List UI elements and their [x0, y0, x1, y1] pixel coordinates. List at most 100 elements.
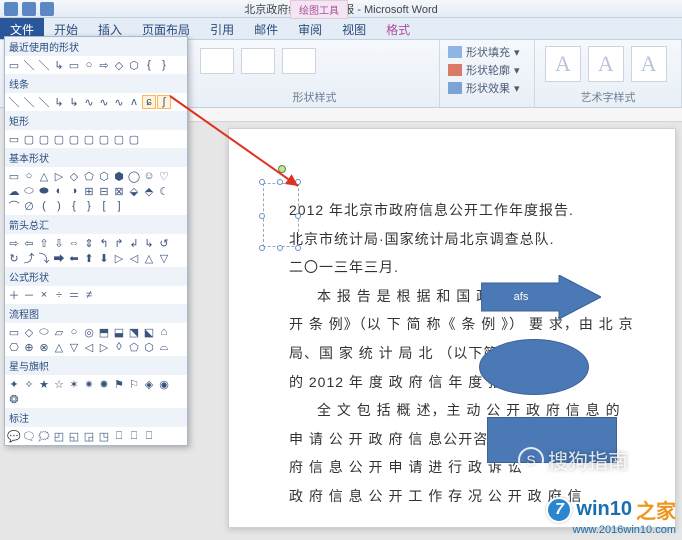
shape-icon[interactable]: ◯ [127, 169, 141, 183]
shape-icon[interactable]: ⌒ [7, 199, 21, 213]
shape-icon[interactable]: ÷ [52, 288, 66, 302]
resize-handle[interactable] [295, 245, 301, 251]
resize-handle[interactable] [259, 213, 265, 219]
resize-handle[interactable] [259, 245, 265, 251]
shape-roundrect-icon[interactable]: ▢ [97, 132, 111, 146]
shape-icon[interactable]: ✦ [7, 377, 21, 391]
tab-format[interactable]: 格式 [376, 18, 420, 39]
shape-icon[interactable]: ↲ [127, 236, 141, 250]
shape-icon[interactable]: △ [52, 340, 66, 354]
shape-icon[interactable]: } [82, 199, 96, 213]
shape-icon[interactable]: ✧ [22, 377, 36, 391]
shape-icon[interactable]: ⬡ [97, 169, 111, 183]
shape-connector-icon[interactable]: ↳ [52, 58, 66, 72]
shape-icon[interactable]: ◇ [67, 169, 81, 183]
shape-icon[interactable]: ⎔ [7, 340, 21, 354]
shape-icon[interactable]: ◇ [22, 325, 36, 339]
shape-icon[interactable]: － [22, 288, 36, 302]
shape-icon[interactable]: ⚐ [127, 377, 141, 391]
shape-scribble-icon[interactable]: ɕ [142, 95, 156, 109]
shape-icon[interactable]: ☆ [52, 377, 66, 391]
shape-curve-icon[interactable]: ∿ [82, 95, 96, 109]
shape-icon[interactable]: ⇧ [37, 236, 51, 250]
shape-icon[interactable]: ⌓ [157, 340, 171, 354]
shape-icon[interactable]: ↰ [97, 236, 111, 250]
shape-roundrect-icon[interactable]: ▢ [37, 132, 51, 146]
shape-icon[interactable]: ⚑ [112, 377, 126, 391]
shape-icon[interactable]: ( [37, 199, 51, 213]
shape-icon[interactable]: ⬠ [82, 169, 96, 183]
shape-icon[interactable]: ⬠ [127, 340, 141, 354]
shape-icon[interactable]: ↳ [142, 236, 156, 250]
shape-icon[interactable]: ☺ [142, 169, 156, 183]
shape-icon[interactable]: ⇔ [67, 236, 81, 250]
shape-icon[interactable]: ⬭ [37, 325, 51, 339]
shape-icon[interactable]: × [37, 288, 51, 302]
shape-curve-icon[interactable]: ∿ [97, 95, 111, 109]
shape-icon[interactable]: ⊕ [22, 340, 36, 354]
tab-mailings[interactable]: 邮件 [244, 18, 288, 39]
shape-icon[interactable]: △ [142, 251, 156, 265]
shape-icon[interactable]: ❂ [7, 392, 21, 406]
shape-icon[interactable]: △ [37, 169, 51, 183]
shape-icon[interactable]: ◎ [82, 325, 96, 339]
shape-icon[interactable]: 🗨 [22, 429, 36, 443]
shape-icon[interactable]: ⬔ [127, 325, 141, 339]
shape-icon[interactable]: 💬 [7, 429, 21, 443]
shape-icon[interactable]: ◑ [67, 184, 81, 198]
shape-icon[interactable]: ▷ [112, 251, 126, 265]
shape-icon[interactable]: ♡ [157, 169, 171, 183]
shape-icon[interactable]: ◱ [67, 429, 81, 443]
style-swatch[interactable] [200, 48, 234, 74]
shape-icon[interactable]: ▽ [157, 251, 171, 265]
shape-icon[interactable]: ◐ [52, 184, 66, 198]
resize-handle[interactable] [277, 245, 283, 251]
shape-freeform-icon[interactable]: ʌ [127, 95, 141, 109]
shape-icon[interactable]: ↱ [112, 236, 126, 250]
shape-rect-icon[interactable]: ▭ [7, 132, 21, 146]
shape-icon[interactable]: ◉ [157, 377, 171, 391]
shape-outline-button[interactable]: 形状轮廓 ▾ [448, 62, 526, 78]
shape-icon[interactable]: ↺ [157, 236, 171, 250]
shape-icon[interactable]: ⎕ [127, 429, 141, 443]
shape-icon[interactable]: ▷ [97, 340, 111, 354]
shape-icon[interactable]: ] [112, 199, 126, 213]
shape-icon[interactable]: ⊗ [37, 340, 51, 354]
style-swatch[interactable] [282, 48, 316, 74]
qat-save-icon[interactable] [4, 2, 18, 16]
shape-icon[interactable]: ⊞ [82, 184, 96, 198]
selected-shape[interactable] [249, 169, 313, 261]
shape-line-icon[interactable]: ＼ [37, 95, 51, 109]
shape-icon[interactable]: ★ [37, 377, 51, 391]
shape-icon[interactable]: ⊠ [112, 184, 126, 198]
shape-icon[interactable]: [ [97, 199, 111, 213]
shape-roundrect-icon[interactable]: ▢ [112, 132, 126, 146]
shape-icon[interactable]: ◁ [82, 340, 96, 354]
shape-icon[interactable]: ✶ [67, 377, 81, 391]
shape-icon[interactable]: ◲ [82, 429, 96, 443]
shape-icon[interactable]: ▷ [52, 169, 66, 183]
shape-icon[interactable]: ) [52, 199, 66, 213]
shape-roundrect-icon[interactable]: ▢ [127, 132, 141, 146]
shape-icon[interactable]: ∅ [22, 199, 36, 213]
shape-diamond-icon[interactable]: ◇ [112, 58, 126, 72]
tab-view[interactable]: 视图 [332, 18, 376, 39]
shape-icon[interactable]: ⇕ [82, 236, 96, 250]
shape-icon[interactable]: ⬕ [142, 325, 156, 339]
shape-icon[interactable]: ⎕ [112, 429, 126, 443]
inserted-arrow-shape[interactable]: afs [481, 275, 601, 319]
shape-icon[interactable]: ≠ [82, 288, 96, 302]
shape-icon[interactable]: ⬬ [37, 184, 51, 198]
shape-icon[interactable]: ⌂ [157, 325, 171, 339]
shape-icon[interactable]: ◰ [52, 429, 66, 443]
shape-textbox-icon[interactable]: ▭ [7, 58, 21, 72]
shape-elbow-icon[interactable]: ↳ [52, 95, 66, 109]
shape-line-icon[interactable]: ＼ [22, 95, 36, 109]
shape-rect-icon[interactable]: ▭ [67, 58, 81, 72]
shape-icon[interactable]: ↻ [7, 251, 21, 265]
wordart-swatch[interactable]: A [631, 46, 667, 82]
shape-icon[interactable]: ⇩ [52, 236, 66, 250]
shape-curve-icon[interactable]: ∿ [112, 95, 126, 109]
resize-handle[interactable] [277, 179, 283, 185]
wordart-swatch[interactable]: A [588, 46, 624, 82]
